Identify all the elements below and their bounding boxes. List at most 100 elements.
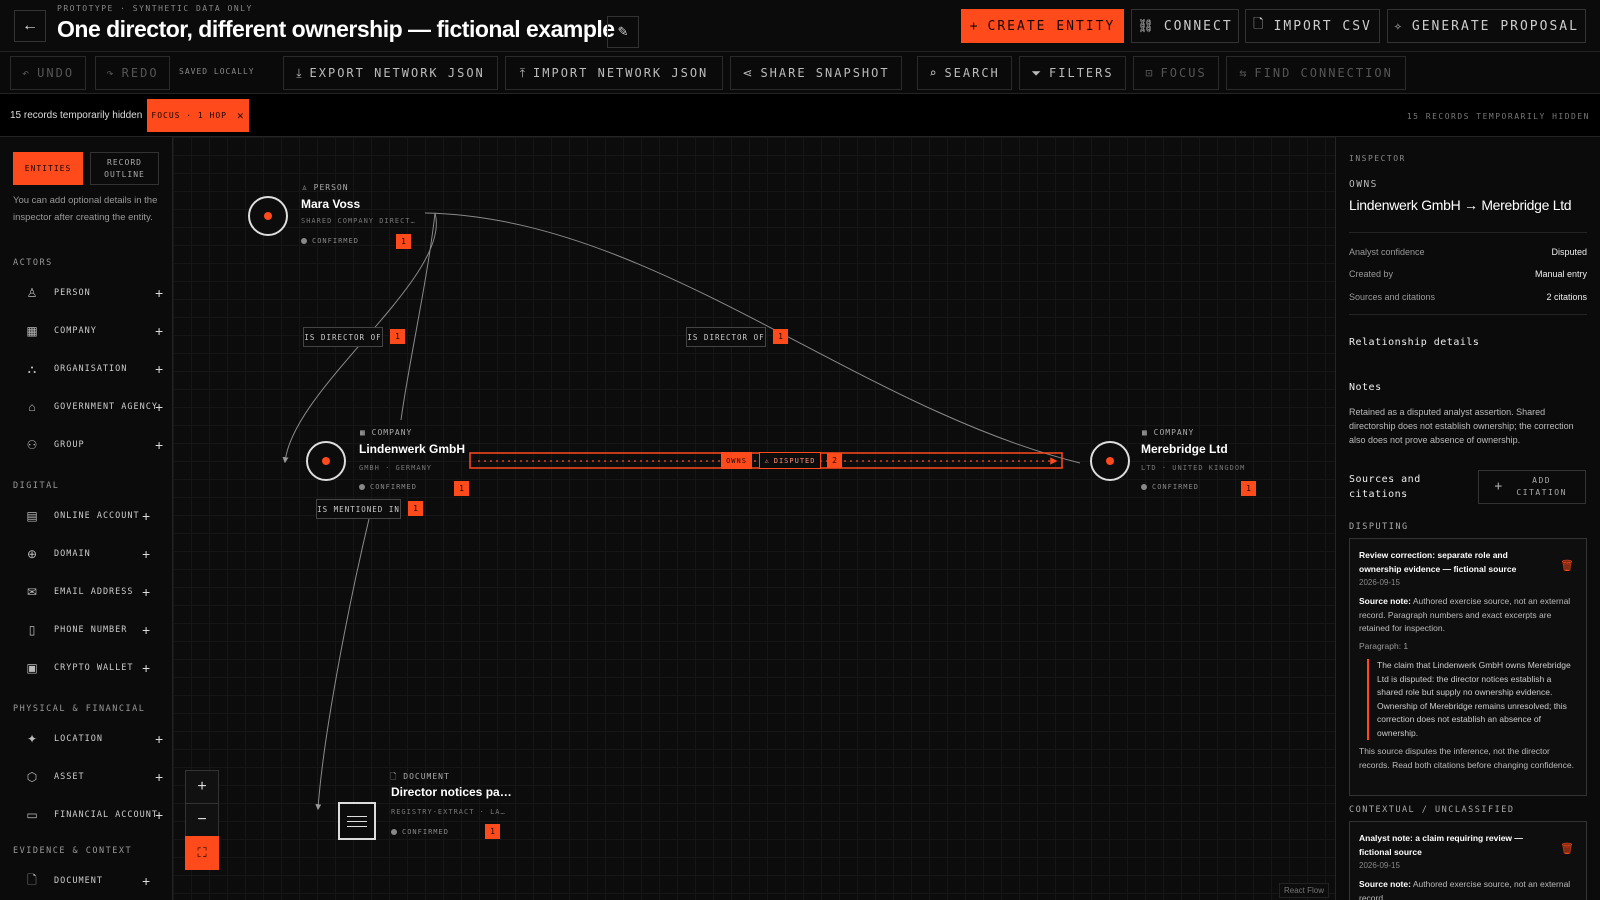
relationship-details-heading[interactable]: Relationship details — [1349, 337, 1479, 348]
plus-icon[interactable]: + — [155, 437, 163, 453]
sidebar-item-person[interactable]: ♙ PERSON + — [0, 276, 172, 310]
create-entity-button[interactable]: + CREATE ENTITY — [961, 9, 1124, 43]
close-icon[interactable]: ✕ — [237, 109, 245, 122]
asset-icon: ⬡ — [26, 770, 38, 784]
plus-icon[interactable]: + — [155, 285, 163, 301]
node-status: CONFIRMED — [359, 483, 417, 491]
citation-card-disputing[interactable]: Review correction: separate role and own… — [1349, 538, 1587, 796]
sidebar-item-phone-number[interactable]: ▯ PHONE NUMBER + — [0, 613, 172, 647]
plus-icon[interactable]: + — [155, 769, 163, 785]
focus-button[interactable]: ⊡ FOCUS — [1133, 56, 1219, 90]
sidebar-item-organisation[interactable]: ⛬ ORGANISATION + — [0, 352, 172, 386]
node-name-director-notices[interactable]: Director notices pa… — [391, 785, 512, 799]
plus-icon[interactable]: + — [142, 584, 150, 600]
relation-type: OWNS — [1349, 179, 1378, 190]
redo-button[interactable]: ↷ REDO — [95, 56, 170, 90]
edge-label-is-mentioned-in[interactable]: IS MENTIONED IN — [316, 499, 401, 519]
search-button[interactable]: ⌕ SEARCH — [917, 56, 1012, 90]
back-button[interactable]: ← — [14, 10, 46, 42]
sidebar-item-document[interactable]: 🗋 DOCUMENT + — [0, 864, 172, 898]
node-handle-company[interactable] — [1090, 441, 1130, 481]
account-icon: ▤ — [26, 509, 38, 523]
sidebar-item-online-account[interactable]: ▤ ONLINE ACCOUNT + — [0, 499, 172, 533]
sidebar-item-group[interactable]: ⚇ GROUP + — [0, 428, 172, 462]
node-subtitle: SHARED COMPANY DIRECT… — [301, 217, 416, 225]
node-handle-person[interactable] — [248, 196, 288, 236]
plus-icon[interactable]: + — [142, 622, 150, 638]
node-type-label: ▦ COMPANY — [360, 428, 413, 437]
zoom-in-button[interactable]: + — [185, 770, 219, 804]
add-citation-button[interactable]: + ADD CITATION — [1478, 470, 1586, 504]
edge-label-is-director-of[interactable]: IS DIRECTOR OF — [686, 327, 766, 347]
citation-title: Analyst note: a claim requiring review —… — [1359, 833, 1523, 857]
detail-row-confidence: Analyst confidence Disputed — [1349, 247, 1587, 257]
sidebar-item-government-agency[interactable]: ⌂ GOVERNMENT AGENCY + — [0, 390, 172, 424]
document-icon: 🗋 — [390, 772, 404, 781]
sidebar-item-company[interactable]: ▦ COMPANY + — [0, 314, 172, 348]
graph-canvas[interactable]: IS DIRECTOR OF 1 IS DIRECTOR OF 1 IS MEN… — [173, 137, 1335, 900]
node-handle-document[interactable] — [338, 802, 376, 840]
node-subtitle: GMBH · GERMANY — [359, 464, 433, 472]
sidebar-item-financial-account[interactable]: ▭ FINANCIAL ACCOUNT + — [0, 798, 172, 832]
section-actors: ACTORS — [13, 258, 53, 268]
divider — [1349, 232, 1587, 233]
edge-label-is-director-of[interactable]: IS DIRECTOR OF — [303, 327, 383, 347]
export-json-button[interactable]: ⤓ EXPORT NETWORK JSON — [283, 56, 498, 90]
citation-source-note: Source note: Authored exercise source, n… — [1359, 879, 1571, 900]
tab-record-outline[interactable]: RECORD OUTLINE — [90, 152, 159, 185]
plus-icon[interactable]: + — [142, 660, 150, 676]
plus-icon[interactable]: + — [155, 323, 163, 339]
edge-label-owns[interactable]: OWNS — [721, 452, 752, 469]
node-type-label: 🗋 DOCUMENT — [390, 772, 450, 781]
section-digital: DIGITAL — [13, 481, 60, 491]
plus-icon[interactable]: + — [155, 361, 163, 377]
citation-paragraph: Paragraph: 1 — [1359, 641, 1409, 651]
building-icon: ▦ — [1142, 428, 1154, 437]
edit-title-button[interactable]: ✎ — [607, 16, 639, 48]
organisation-icon: ⛬ — [27, 361, 37, 376]
plus-icon[interactable]: + — [155, 807, 163, 823]
sidebar-item-domain[interactable]: ⊕ DOMAIN + — [0, 537, 172, 571]
focus-filter-pill[interactable]: FOCUS · 1 HOP ✕ — [147, 99, 249, 132]
plus-icon[interactable]: + — [155, 731, 163, 747]
section-physical-financial: PHYSICAL & FINANCIAL — [13, 704, 146, 714]
header-bar: ← PROTOTYPE · SYNTHETIC DATA ONLY One di… — [0, 0, 1600, 52]
node-type-label: ▦ COMPANY — [1142, 428, 1195, 437]
sidebar-item-email-address[interactable]: ✉ EMAIL ADDRESS + — [0, 575, 172, 609]
node-count-badge: 1 — [1241, 481, 1256, 496]
route-icon: ⇆ — [1239, 66, 1249, 80]
wallet-icon: ▣ — [26, 661, 38, 675]
react-flow-attribution[interactable]: React Flow — [1278, 883, 1329, 898]
node-name-lindenwerk[interactable]: Lindenwerk GmbH — [359, 442, 465, 456]
undo-button[interactable]: ↶ UNDO — [10, 56, 86, 90]
trash-icon[interactable]: 🗑 — [1560, 559, 1574, 572]
file-icon: 🗋 — [1253, 17, 1266, 32]
node-name-mara-voss[interactable]: Mara Voss — [301, 197, 360, 211]
share-snapshot-button[interactable]: ⋖ SHARE SNAPSHOT — [730, 56, 902, 90]
edge-mentioned-document[interactable] — [315, 518, 370, 811]
plus-icon[interactable]: + — [142, 546, 150, 562]
citation-card-contextual[interactable]: Analyst note: a claim requiring review —… — [1349, 821, 1587, 900]
import-json-button[interactable]: ⤒ IMPORT NETWORK JSON — [505, 56, 723, 90]
sidebar-item-location[interactable]: ✦ LOCATION + — [0, 722, 172, 756]
connect-button[interactable]: ⛓ CONNECT — [1131, 9, 1239, 43]
plus-icon[interactable]: + — [142, 508, 150, 524]
sidebar-item-crypto-wallet[interactable]: ▣ CRYPTO WALLET + — [0, 651, 172, 685]
plus-icon[interactable]: + — [155, 399, 163, 415]
generate-proposal-button[interactable]: ✧ GENERATE PROPOSAL — [1387, 9, 1586, 43]
plus-icon[interactable]: + — [142, 873, 150, 889]
bank-card-icon: ▭ — [26, 808, 38, 822]
fit-view-icon: ⛶ — [197, 845, 207, 860]
node-name-merebridge[interactable]: Merebridge Ltd — [1141, 442, 1228, 456]
find-connection-button[interactable]: ⇆ FIND CONNECTION — [1226, 56, 1406, 90]
fit-view-button[interactable]: ⛶ — [185, 836, 219, 870]
trash-icon[interactable]: 🗑 — [1560, 842, 1574, 855]
node-count-badge: 1 — [485, 824, 500, 839]
sidebar-item-asset[interactable]: ⬡ ASSET + — [0, 760, 172, 794]
tab-entities[interactable]: ENTITIES — [13, 152, 83, 185]
zoom-out-button[interactable]: − — [185, 803, 219, 837]
filters-button[interactable]: ⏷ FILTERS — [1019, 56, 1126, 90]
node-handle-company[interactable] — [306, 441, 346, 481]
detail-row-created-by: Created by Manual entry — [1349, 269, 1587, 279]
import-csv-button[interactable]: 🗋 IMPORT CSV — [1245, 9, 1380, 43]
